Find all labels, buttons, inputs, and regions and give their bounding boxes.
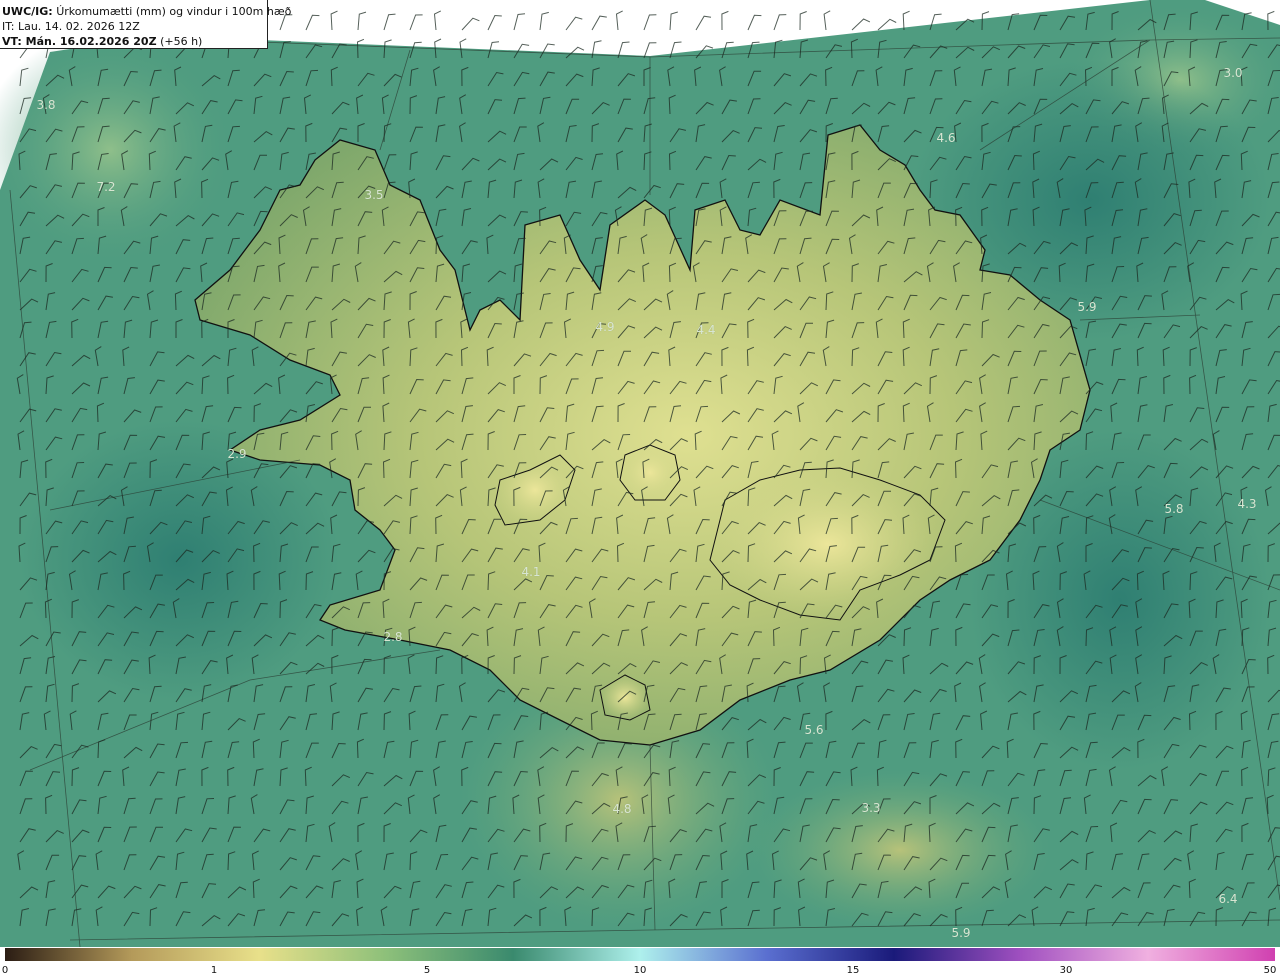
value-label: 5.9 xyxy=(951,926,971,940)
wind-barb xyxy=(721,10,729,31)
value-label: 3.0 xyxy=(1223,66,1243,80)
precip-band xyxy=(750,770,1050,930)
wind-barb xyxy=(357,11,367,31)
wind-barb xyxy=(513,13,526,31)
header-box: UWC/IG: Úrkomumætti (mm) og vindur i 100… xyxy=(0,0,291,49)
value-label: 7.2 xyxy=(96,180,116,194)
header-title-line: UWC/IG: Úrkomumætti (mm) og vindur i 100… xyxy=(2,4,291,19)
wind-barb xyxy=(877,18,897,31)
wind-barb xyxy=(799,11,807,31)
value-label: 4.8 xyxy=(612,802,632,816)
wind-barb xyxy=(565,16,583,31)
wind-barb xyxy=(591,15,607,31)
value-label: 4.6 xyxy=(936,131,956,145)
colorbar-tick: 15 xyxy=(846,965,860,976)
value-label: 5.6 xyxy=(804,723,824,737)
colorbar-tick: 10 xyxy=(633,965,647,976)
wind-barb xyxy=(851,18,871,31)
hofsjokull-glacier xyxy=(619,444,681,501)
wind-barb xyxy=(461,17,480,31)
wind-barb xyxy=(487,14,502,31)
wind-barb xyxy=(695,15,712,31)
colorbar-tick: 50 xyxy=(1263,965,1277,976)
colorbar: 0 1 5 10 15 30 50 xyxy=(0,947,1280,978)
value-label: 4.9 xyxy=(595,320,615,334)
wind-barb xyxy=(773,14,787,31)
value-label: 5.8 xyxy=(1164,502,1184,516)
wind-barb xyxy=(669,11,678,31)
wind-barb xyxy=(643,14,657,31)
map-title: Úrkomumætti (mm) og vindur i 100m hæð xyxy=(56,5,292,18)
valid-time-line: VT: Mán. 16.02.2026 20Z (+56 h) xyxy=(2,34,267,49)
value-label: 6.4 xyxy=(1218,892,1238,906)
wind-barb xyxy=(383,13,396,31)
valid-time: VT: Mán. 16.02.2026 20Z xyxy=(2,35,157,48)
map-canvas[interactable]: UWC/IG: Úrkomumætti (mm) og vindur i 100… xyxy=(0,0,1280,947)
wind-barb xyxy=(409,14,423,31)
value-label: 3.5 xyxy=(364,188,384,202)
wind-barb xyxy=(823,10,831,31)
wind-barb xyxy=(539,11,549,31)
model-name: UWC/IG: xyxy=(2,5,53,18)
colorbar-strip xyxy=(5,948,1275,961)
map-svg xyxy=(0,0,1280,947)
colorbar-tick: 30 xyxy=(1059,965,1073,976)
colorbar-tick: 5 xyxy=(423,965,431,976)
value-label: 3.3 xyxy=(861,801,881,815)
value-label: 4.4 xyxy=(696,323,716,337)
colorbar-tick: 1 xyxy=(210,965,218,976)
issue-time: IT: Lau. 14. 02. 2026 12Z xyxy=(2,20,140,33)
value-label: 3.8 xyxy=(36,98,56,112)
wind-barb xyxy=(433,10,442,31)
value-label: 2.9 xyxy=(227,447,247,461)
wind-barb xyxy=(615,10,623,31)
value-label: 2.8 xyxy=(383,630,403,644)
wind-barb xyxy=(330,10,338,31)
value-label: 4.1 xyxy=(521,565,541,579)
value-label: 5.9 xyxy=(1077,300,1097,314)
wind-barb xyxy=(305,14,320,31)
valid-offset: (+56 h) xyxy=(160,35,203,48)
wind-barb xyxy=(747,14,762,31)
value-label: 4.3 xyxy=(1237,497,1257,511)
colorbar-tick: 0 xyxy=(1,965,9,976)
